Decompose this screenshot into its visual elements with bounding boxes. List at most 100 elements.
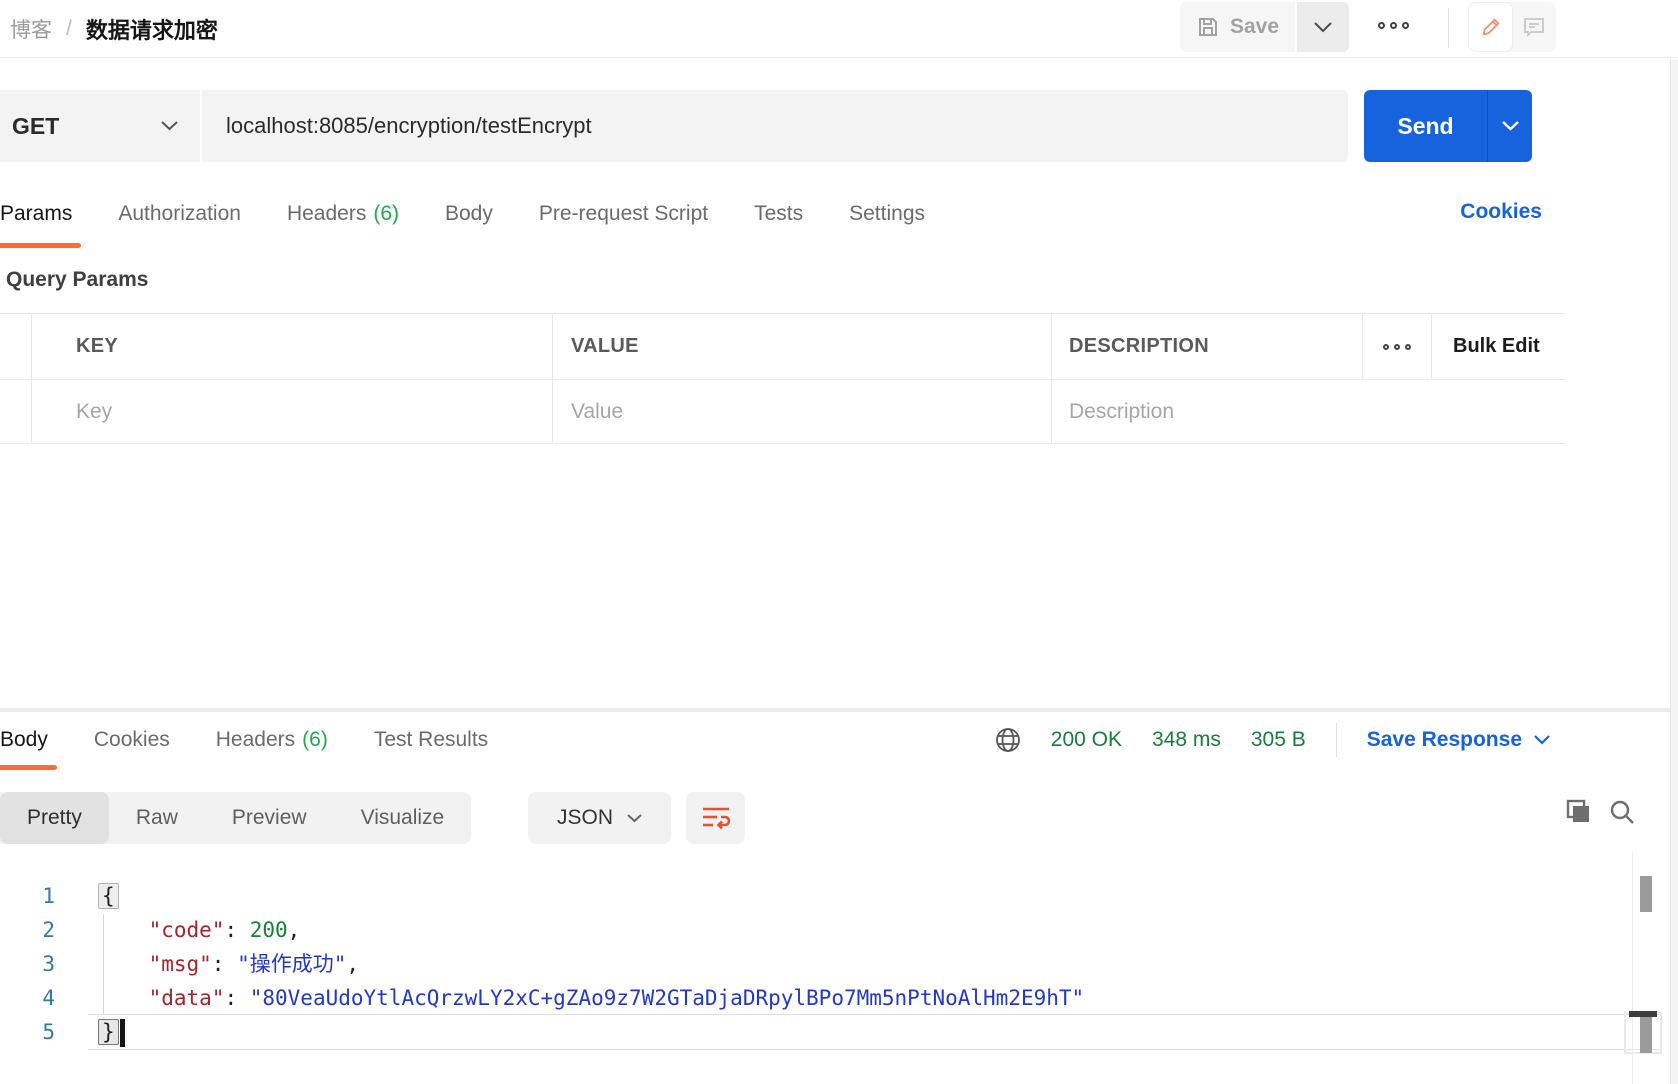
send-button-group: Send bbox=[1364, 90, 1532, 162]
response-format-value: JSON bbox=[557, 806, 613, 830]
tab-pre-request-script[interactable]: Pre-request Script bbox=[539, 180, 708, 248]
code-line-3: 3 "msg": "操作成功", bbox=[0, 947, 1662, 981]
response-tab-cookies[interactable]: Cookies bbox=[94, 710, 170, 770]
globe-icon[interactable] bbox=[995, 727, 1021, 753]
request-header-bar: 博客 / 数据请求加密 Save bbox=[0, 0, 1678, 58]
comments-button[interactable] bbox=[1513, 2, 1555, 52]
line-number: 1 bbox=[0, 879, 55, 913]
view-mode-pretty[interactable]: Pretty bbox=[0, 792, 109, 844]
token-key: "data" bbox=[149, 986, 225, 1010]
window-scrollbar-track[interactable] bbox=[1670, 60, 1678, 1084]
param-key-input[interactable]: Key bbox=[32, 380, 553, 443]
send-button[interactable]: Send bbox=[1364, 90, 1488, 162]
copy-response-button[interactable] bbox=[1564, 798, 1592, 826]
matched-bracket: } bbox=[98, 1019, 119, 1045]
indent-guide-line bbox=[103, 914, 104, 1015]
tab-tests[interactable]: Tests bbox=[754, 180, 803, 248]
three-dots-icon bbox=[1383, 344, 1411, 350]
response-body-toolbar: PrettyRawPreviewVisualize JSON bbox=[0, 792, 1678, 844]
query-params-table: KEY VALUE DESCRIPTION Bulk Edit Key Valu… bbox=[0, 313, 1565, 444]
tab-count-badge: (6) bbox=[373, 202, 399, 226]
token-plain: , bbox=[346, 952, 359, 976]
request-title[interactable]: 数据请求加密 bbox=[86, 13, 218, 45]
save-response-button[interactable]: Save Response bbox=[1367, 728, 1550, 752]
comment-icon bbox=[1522, 15, 1546, 39]
bulk-edit-button[interactable]: Bulk Edit bbox=[1432, 314, 1565, 379]
tab-body[interactable]: Body bbox=[445, 180, 493, 248]
current-line-border-top bbox=[88, 1014, 1662, 1015]
params-more-options-button[interactable] bbox=[1363, 314, 1432, 379]
tab-authorization[interactable]: Authorization bbox=[118, 180, 241, 248]
line-number: 5 bbox=[0, 1015, 55, 1049]
param-description-input[interactable]: Description bbox=[1052, 380, 1565, 443]
edit-documentation-button[interactable] bbox=[1468, 2, 1513, 52]
token-string: "操作成功" bbox=[237, 952, 346, 976]
param-value-input[interactable]: Value bbox=[553, 380, 1052, 443]
search-response-button[interactable] bbox=[1608, 798, 1636, 826]
chevron-down-icon bbox=[1534, 735, 1550, 745]
breadcrumb: 博客 / 数据请求加密 bbox=[10, 0, 218, 58]
tab-label: Cookies bbox=[94, 728, 170, 752]
wrap-lines-button[interactable] bbox=[686, 792, 745, 844]
view-mode-visualize[interactable]: Visualize bbox=[334, 792, 472, 844]
token-plain bbox=[98, 952, 149, 976]
save-response-label: Save Response bbox=[1367, 728, 1522, 752]
response-status-bar: 200 OK 348 ms 305 B Save Response bbox=[995, 710, 1550, 770]
url-builder: GET localhost:8085/encryption/testEncryp… bbox=[0, 90, 1678, 162]
more-actions-button[interactable] bbox=[1378, 22, 1409, 29]
token-plain: , bbox=[288, 918, 301, 942]
save-button[interactable]: Save bbox=[1180, 2, 1295, 52]
token-plain: : bbox=[224, 918, 249, 942]
tab-label: Authorization bbox=[118, 202, 241, 226]
code-line-content: { bbox=[55, 879, 119, 913]
active-tab-indicator bbox=[0, 765, 57, 770]
status-divider bbox=[1336, 723, 1337, 757]
send-options-button[interactable] bbox=[1488, 90, 1532, 162]
save-button-group: Save bbox=[1180, 2, 1349, 52]
tab-settings[interactable]: Settings bbox=[849, 180, 925, 248]
chevron-down-icon bbox=[1502, 121, 1519, 131]
bulk-edit-label: Bulk Edit bbox=[1453, 335, 1540, 358]
response-tab-test-results[interactable]: Test Results bbox=[374, 710, 488, 770]
code-line-2: 2 "code": 200, bbox=[0, 913, 1662, 947]
value-column-label: VALUE bbox=[571, 335, 639, 358]
line-number: 4 bbox=[0, 981, 55, 1015]
current-line-border-bottom bbox=[88, 1049, 1662, 1050]
response-tab-body[interactable]: Body bbox=[0, 710, 48, 770]
response-time: 348 ms bbox=[1152, 728, 1221, 752]
response-tab-headers[interactable]: Headers(6) bbox=[216, 710, 328, 770]
http-method-select[interactable]: GET bbox=[0, 90, 200, 162]
key-placeholder: Key bbox=[76, 400, 112, 424]
breadcrumb-separator: / bbox=[66, 17, 72, 41]
tab-label: Body bbox=[445, 202, 493, 226]
topbar-divider bbox=[1448, 8, 1449, 48]
response-body-editor[interactable]: 1{2 "code": 200,3 "msg": "操作成功",4 "data"… bbox=[0, 879, 1662, 1049]
request-url-input[interactable]: localhost:8085/encryption/testEncrypt bbox=[202, 90, 1348, 162]
response-format-select[interactable]: JSON bbox=[528, 792, 671, 844]
save-options-button[interactable] bbox=[1297, 2, 1349, 52]
view-mode-preview[interactable]: Preview bbox=[205, 792, 334, 844]
row-select-cell[interactable] bbox=[0, 380, 32, 443]
tab-params[interactable]: Params bbox=[0, 180, 72, 248]
token-key: "code" bbox=[149, 918, 225, 942]
breadcrumb-collection[interactable]: 博客 bbox=[10, 14, 52, 44]
cookies-link[interactable]: Cookies bbox=[1460, 180, 1542, 244]
response-tabs: Body Cookies Headers(6) Test Results bbox=[0, 710, 488, 770]
view-mode-raw[interactable]: Raw bbox=[109, 792, 205, 844]
chevron-down-icon bbox=[161, 121, 178, 131]
code-line-content: "data": "80VeaUdoYtlAcQrzwLY2xC+gZAo9z7W… bbox=[55, 981, 1084, 1015]
editor-scrollbar-thumb-bottom[interactable] bbox=[1640, 1017, 1652, 1053]
token-number: 200 bbox=[250, 918, 288, 942]
tab-label: Headers bbox=[216, 728, 295, 752]
search-icon bbox=[1608, 798, 1636, 826]
line-number: 2 bbox=[0, 913, 55, 947]
tab-headers[interactable]: Headers(6) bbox=[287, 180, 399, 248]
chevron-down-icon bbox=[1314, 22, 1332, 33]
right-sidebar-tray bbox=[1468, 2, 1556, 52]
request-url-value: localhost:8085/encryption/testEncrypt bbox=[226, 113, 592, 139]
response-size: 305 B bbox=[1251, 728, 1306, 752]
editor-scrollbar-thumb[interactable] bbox=[1640, 876, 1652, 912]
token-plain: : bbox=[224, 986, 249, 1010]
code-line-4: 4 "data": "80VeaUdoYtlAcQrzwLY2xC+gZAo9z… bbox=[0, 981, 1662, 1015]
wrap-text-icon bbox=[701, 804, 731, 832]
